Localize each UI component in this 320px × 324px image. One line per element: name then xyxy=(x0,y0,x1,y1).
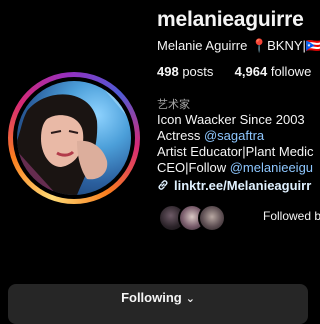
sagaftra-mention-link[interactable]: @sagaftra xyxy=(204,128,264,143)
posts-count: 498 xyxy=(157,64,179,79)
followed-by-text[interactable]: Followed by xyxy=(263,209,320,223)
avatar-photo-image xyxy=(17,81,131,195)
profile-stats: 498 posts 4,964 followe xyxy=(157,64,311,79)
profile-category: 艺术家 xyxy=(157,99,190,111)
following-button[interactable]: Following ⌄ xyxy=(8,284,308,324)
bio-line-1: Icon Waacker Since 2003 xyxy=(157,112,305,127)
bio-line-4-text: CEO|Follow xyxy=(157,160,230,175)
link-icon xyxy=(158,180,168,190)
posts-label: posts xyxy=(182,64,214,79)
profile-external-link[interactable]: linktr.ee/Melanieaguirr xyxy=(157,178,311,193)
bio-line-2-text: Actress xyxy=(157,128,204,143)
followers-stat[interactable]: 4,964 followe xyxy=(235,64,312,79)
following-label: Following xyxy=(121,290,182,305)
bio-line-3: Artist Educator|Plant Medic xyxy=(157,144,314,159)
profile-username: melanieaguirre xyxy=(157,8,304,31)
profile-full-name: Melanie Aguirre 📍BKNY|🇵🇷 xyxy=(157,38,320,53)
chevron-down-icon: ⌄ xyxy=(185,293,195,305)
mutual-follower-avatar xyxy=(198,204,226,232)
profile-avatar[interactable] xyxy=(17,81,131,195)
profile-avatar-ring[interactable] xyxy=(8,72,140,204)
posts-stat[interactable]: 498 posts xyxy=(157,64,217,79)
bio-line-4: CEO|Follow @melanieeigu xyxy=(157,160,313,176)
melanieeigu-mention-link[interactable]: @melanieeigu xyxy=(230,160,313,175)
external-link-text: linktr.ee/Melanieaguirr xyxy=(174,178,312,193)
bio-line-2: Actress @sagaftra xyxy=(157,128,264,144)
followers-label: followe xyxy=(270,64,312,79)
followers-count: 4,964 xyxy=(234,64,268,79)
